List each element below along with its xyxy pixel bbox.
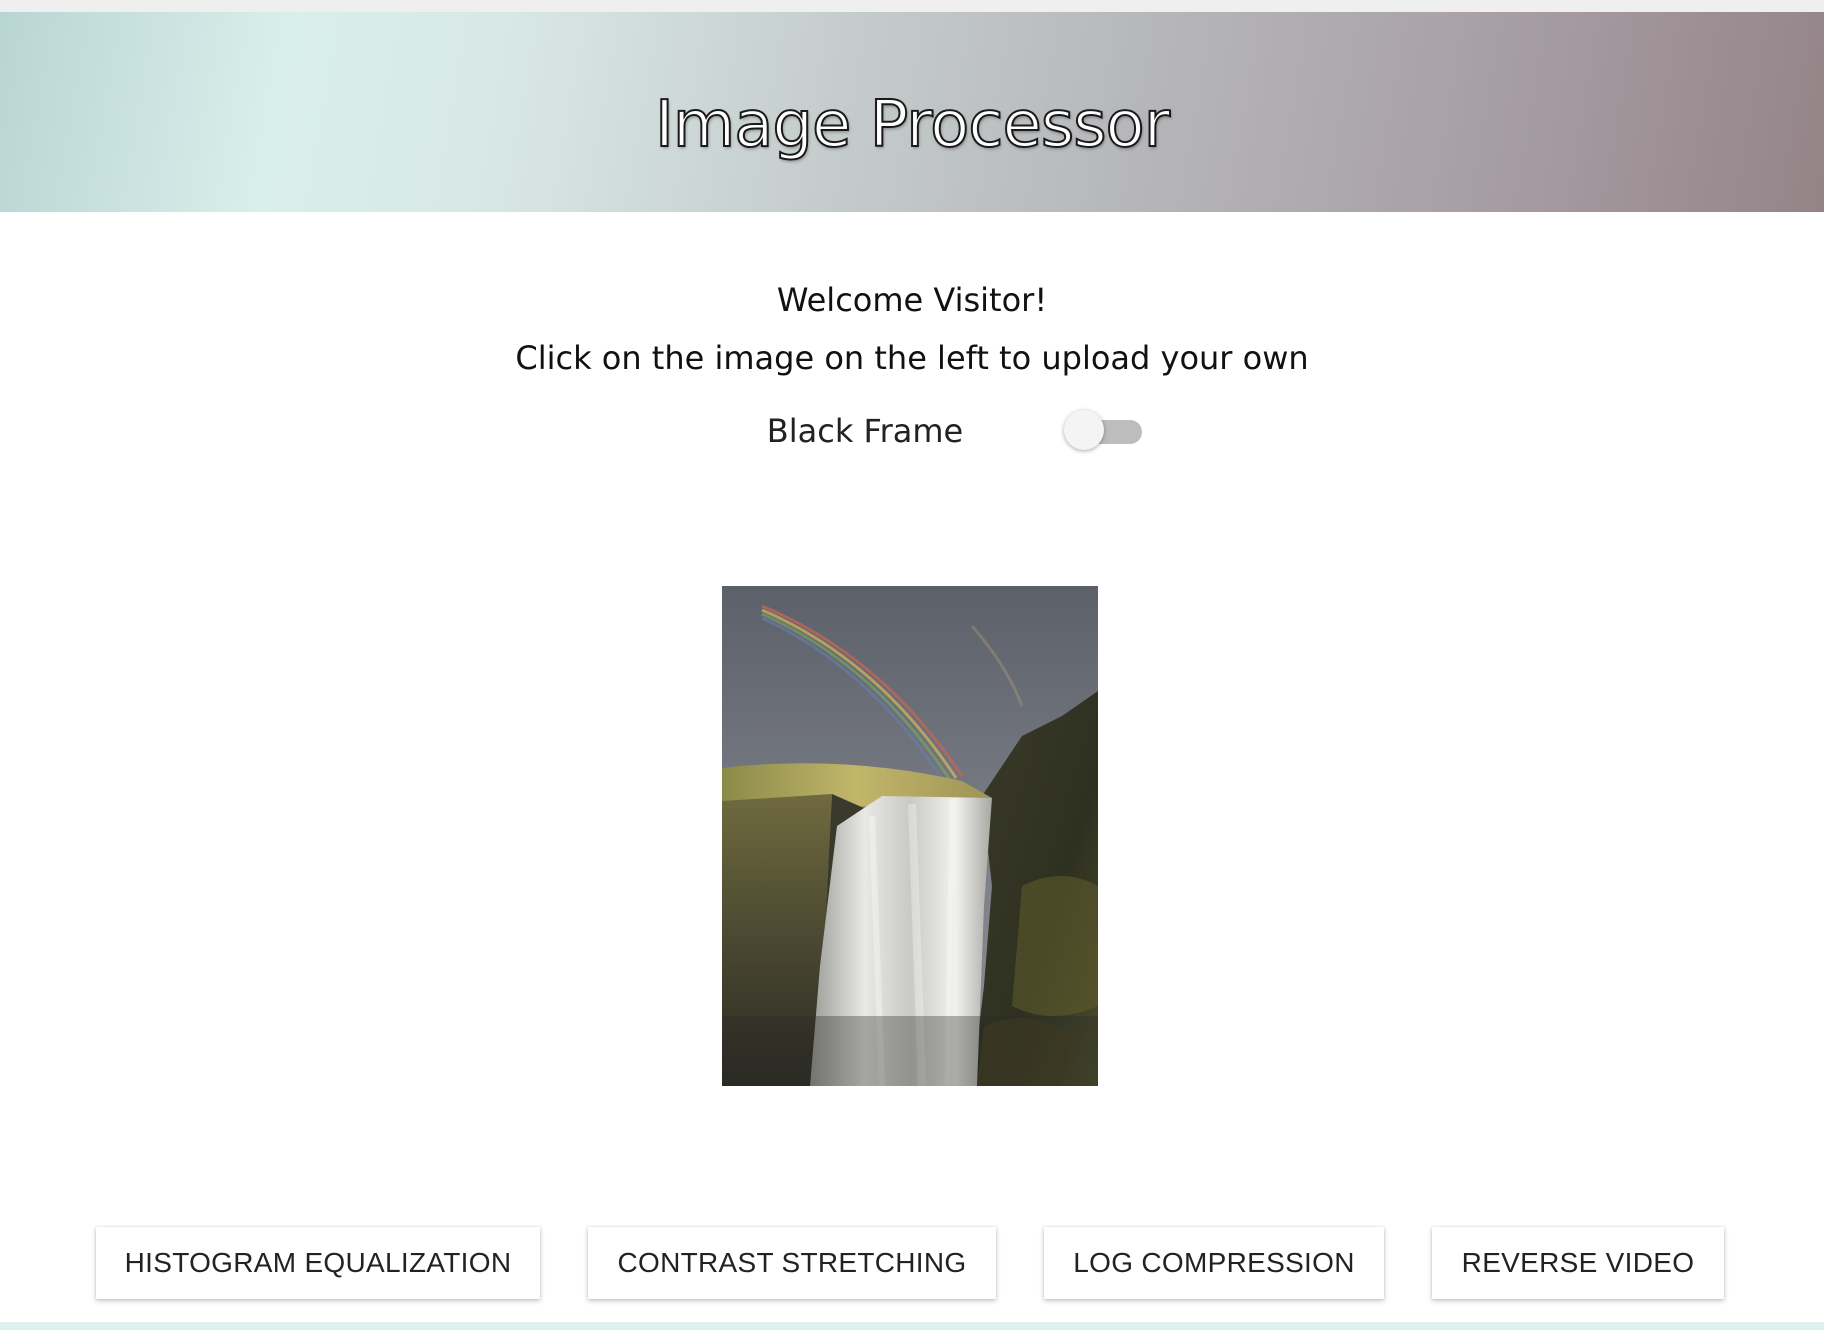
black-frame-toggle[interactable]	[1064, 410, 1142, 450]
toggle-knob	[1064, 410, 1104, 450]
upload-instruction: Click on the image on the left to upload…	[515, 339, 1309, 377]
welcome-text: Welcome Visitor!	[776, 281, 1048, 319]
page-header: Image Processor	[0, 12, 1824, 212]
upload-image[interactable]	[722, 586, 1098, 1086]
black-frame-label: Black Frame	[766, 412, 964, 450]
histogram-equalization-button[interactable]: HISTOGRAM EQUALIZATION	[96, 1227, 540, 1299]
waterfall-image	[722, 586, 1098, 1086]
contrast-stretching-button[interactable]: CONTRAST STRETCHING	[588, 1227, 996, 1299]
footer-strip	[0, 1322, 1824, 1330]
browser-top-strip	[0, 0, 1824, 12]
log-compression-button[interactable]: LOG COMPRESSION	[1044, 1227, 1384, 1299]
page-title: Image Processor	[654, 87, 1171, 163]
reverse-video-button[interactable]: REVERSE VIDEO	[1432, 1227, 1724, 1299]
